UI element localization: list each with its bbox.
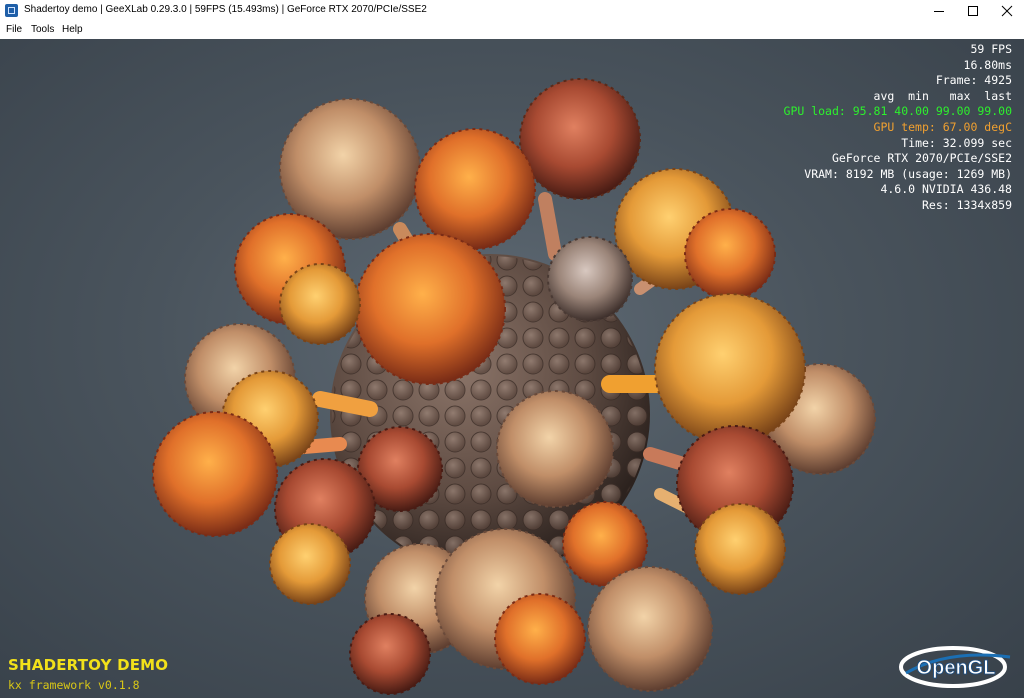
close-icon	[1001, 5, 1013, 17]
menu-help[interactable]: Help	[62, 24, 83, 35]
window-title: Shadertoy demo | GeeXLab 0.29.3.0 | 59FP…	[24, 4, 427, 15]
title-bar[interactable]: Shadertoy demo | GeeXLab 0.29.3.0 | 59FP…	[0, 0, 1024, 22]
menu-file[interactable]: File	[6, 24, 22, 35]
maximize-button[interactable]	[956, 0, 990, 22]
vram-readout: VRAM: 8192 MB (usage: 1269 MB)	[804, 166, 1012, 181]
frame-counter: Frame: 4925	[935, 73, 1012, 88]
menu-tools[interactable]: Tools	[31, 24, 54, 35]
stats-overlay: 59 FPS 16.80ms Frame: 4925 avg min max l…	[784, 42, 1012, 214]
gpu-temp-readout: GPU temp: 67.00 degC	[873, 119, 1012, 134]
gpu-name: GeForce RTX 2070/PCIe/SSE2	[831, 151, 1012, 166]
geexlab-app-icon[interactable]	[5, 4, 18, 17]
resolution-readout: Res: 1334x859	[921, 197, 1012, 212]
render-viewport[interactable]: 59 FPS 16.80ms Frame: 4925 avg min max l…	[0, 39, 1024, 698]
close-button[interactable]	[990, 0, 1024, 22]
opengl-logo: OpenGL	[899, 646, 1011, 688]
stats-header: avg min max last	[873, 88, 1012, 103]
minimize-icon	[934, 11, 944, 12]
frame-time-readout: 16.80ms	[963, 57, 1012, 72]
opengl-logo-text: OpenGL	[917, 657, 996, 679]
driver-version: 4.6.0 NVIDIA 436.48	[880, 182, 1012, 197]
minimize-button[interactable]	[922, 0, 956, 22]
maximize-icon	[968, 6, 978, 16]
demo-title: SHADERTOY DEMO	[8, 656, 169, 674]
menu-bar: File Tools Help	[0, 22, 1024, 39]
gpu-load-readout: GPU load: 95.81 40.00 99.00 99.00	[783, 104, 1012, 119]
fps-readout: 59 FPS	[970, 42, 1012, 56]
framework-version: kx framework v0.1.8	[8, 678, 140, 692]
time-readout: Time: 32.099 sec	[901, 135, 1012, 150]
